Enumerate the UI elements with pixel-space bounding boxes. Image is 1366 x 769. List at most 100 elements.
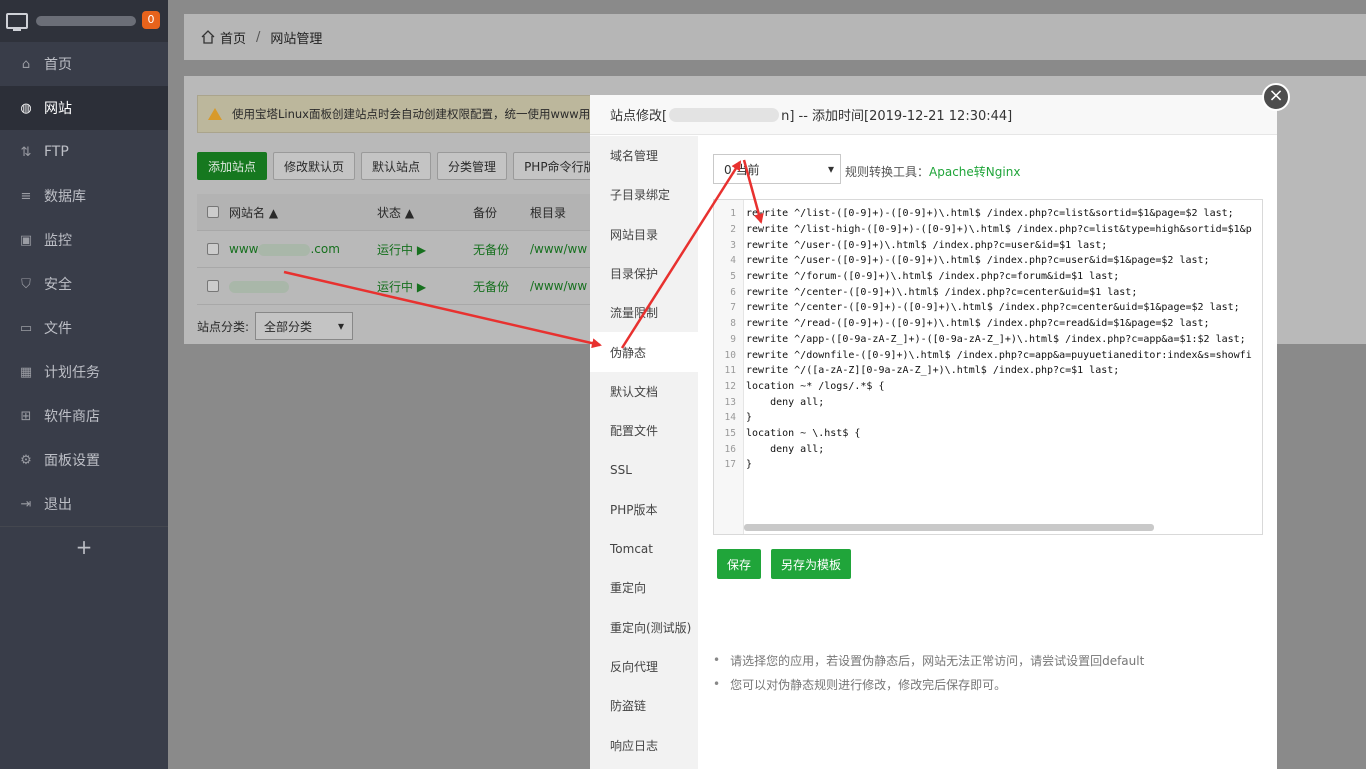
sidebar-item-6[interactable]: ▭ 文件 [0, 306, 168, 350]
site-state[interactable]: 运行中 ▶ [377, 241, 473, 258]
line-number: 10 [724, 349, 736, 361]
sidebar-item-2[interactable]: ⇅ FTP [0, 130, 168, 174]
code-text: rewrite ^/center-([0-9]+)\.html$ /index.… [746, 286, 1138, 298]
code-text: rewrite ^/list-([0-9]+)-([0-9]+)\.html$ … [746, 208, 1234, 220]
help-tips: 请选择您的应用，若设置伪静态后，网站无法正常访问，请尝试设置回default 您… [713, 648, 1144, 696]
col-state[interactable]: 状态 ▲ [377, 204, 473, 221]
code-text: } [746, 459, 753, 471]
default-site-button[interactable]: 默认站点 [361, 152, 432, 180]
sidebar-item-1[interactable]: ◍ 网站 [0, 86, 168, 130]
sidebar-item-0[interactable]: ⌂ 首页 [0, 42, 168, 86]
tab-5[interactable]: 伪静态 [590, 332, 698, 372]
modal-tab-list: 域名管理 子目录绑定 网站目录 目录保护 流量限制 伪静态 默认文档 配置文件 SSL PHP版本… [590, 136, 698, 769]
category-manage-button[interactable]: 分类管理 [437, 152, 508, 180]
tab-1[interactable]: 子目录绑定 [590, 175, 698, 214]
tab-9[interactable]: PHP版本 [590, 490, 698, 529]
col-root: 根目录 [530, 205, 567, 220]
tab-2[interactable]: 网站目录 [590, 215, 698, 254]
site-backup[interactable]: 无备份 [473, 278, 530, 295]
code-line: 13 deny all; [714, 394, 1252, 410]
sidebar-item-5[interactable]: ⛉ 安全 [0, 262, 168, 306]
code-line: 12 location ~* /logs/.*$ { [714, 379, 1252, 395]
code-text: rewrite ^/user-([0-9]+)\.html$ /index.ph… [746, 239, 1108, 251]
modal-title-suffix: n] -- 添加时间[2019-12-21 12:30:44] [781, 109, 1013, 124]
line-number: 2 [730, 224, 736, 236]
breadcrumb-separator: / [256, 29, 261, 45]
horizontal-scrollbar[interactable] [744, 524, 1154, 531]
modal-title: 站点修改[n] -- 添加时间[2019-12-21 12:30:44] [590, 95, 1277, 135]
category-select[interactable]: 全部分类 ▾ [255, 312, 354, 340]
close-modal-button[interactable]: × [1262, 83, 1290, 111]
col-site-name[interactable]: 网站名 ▲ [229, 204, 377, 221]
tab-13[interactable]: 反向代理 [590, 647, 698, 686]
row-checkbox[interactable] [207, 243, 219, 255]
sidebar-item-10[interactable]: ⇥ 退出 [0, 482, 168, 526]
save-actions: 保存 另存为模板 [717, 549, 852, 579]
line-number: 4 [730, 255, 736, 267]
sidebar-item-label: 网站 [44, 101, 72, 117]
line-number: 3 [730, 239, 736, 251]
sidebar-item-label: FTP [44, 144, 69, 160]
row-checkbox[interactable] [207, 280, 219, 292]
select-all-checkbox[interactable] [207, 206, 219, 218]
line-number: 13 [724, 396, 736, 408]
tab-7[interactable]: 配置文件 [590, 411, 698, 450]
apache-to-nginx-link[interactable]: Apache转Nginx [929, 165, 1020, 179]
home-icon: ⌂ [21, 56, 31, 72]
edit-default-page-button[interactable]: 修改默认页 [273, 152, 356, 180]
tab-8[interactable]: SSL [590, 450, 698, 489]
category-value: 全部分类 [264, 319, 313, 334]
code-line: 15 location ~ \.hst$ { [714, 426, 1252, 442]
code-line: 1 rewrite ^/list-([0-9]+)-([0-9]+)\.html$… [714, 206, 1252, 222]
sidebar-item-label: 面板设置 [44, 453, 100, 469]
sidebar-item-7[interactable]: ▦ 计划任务 [0, 350, 168, 394]
rewrite-panel: 0.当前 ▾ 规则转换工具：Apache转Nginx 1 rewrite ^/li… [698, 136, 1277, 769]
line-number: 16 [724, 443, 736, 455]
site-state[interactable]: 运行中 ▶ [377, 278, 473, 295]
save-button[interactable]: 保存 [717, 549, 762, 579]
line-number: 7 [730, 302, 736, 314]
breadcrumb-current: 网站管理 [270, 31, 323, 47]
add-menu-button[interactable]: + [0, 526, 168, 566]
tab-14[interactable]: 防盗链 [590, 686, 698, 725]
breadcrumb-home[interactable]: 首页 [220, 28, 246, 47]
sidebar-item-9[interactable]: ⚙ 面板设置 [0, 438, 168, 482]
sidebar-item-3[interactable]: ≡ 数据库 [0, 174, 168, 218]
monitor-icon: ▣ [19, 232, 33, 248]
calendar-icon: ▦ [19, 364, 33, 380]
grid-icon: ⊞ [20, 408, 32, 424]
server-name-redacted [36, 16, 136, 26]
site-root[interactable]: /www/ww [530, 242, 590, 256]
sidebar-item-8[interactable]: ⊞ 软件商店 [0, 394, 168, 438]
sidebar-item-label: 监控 [44, 233, 72, 249]
database-icon: ≡ [20, 188, 32, 204]
site-name-link[interactable] [229, 279, 377, 293]
site-root[interactable]: /www/ww [530, 279, 590, 293]
tab-11[interactable]: 重定向 [590, 568, 698, 607]
tab-10[interactable]: Tomcat [590, 529, 698, 568]
site-backup[interactable]: 无备份 [473, 241, 530, 258]
tab-4[interactable]: 流量限制 [590, 293, 698, 332]
table-header: 网站名 ▲ 状态 ▲ 备份 根目录 [197, 194, 617, 231]
code-content[interactable]: 1 rewrite ^/list-([0-9]+)-([0-9]+)\.html$… [714, 206, 1252, 473]
home-icon [201, 30, 215, 44]
sidebar-item-4[interactable]: ▣ 监控 [0, 218, 168, 262]
notification-badge[interactable]: 0 [142, 11, 160, 29]
logout-icon: ⇥ [20, 496, 32, 512]
code-line: 16 deny all; [714, 441, 1252, 457]
rewrite-code-editor[interactable]: 1 rewrite ^/list-([0-9]+)-([0-9]+)\.html$… [713, 199, 1263, 535]
save-as-template-button[interactable]: 另存为模板 [771, 549, 852, 579]
code-text: location ~* /logs/.*$ { [746, 380, 885, 392]
tab-15[interactable]: 响应日志 [590, 725, 698, 764]
code-text: deny all; [746, 396, 825, 408]
tab-3[interactable]: 目录保护 [590, 254, 698, 293]
tab-0[interactable]: 域名管理 [590, 136, 698, 175]
tab-6[interactable]: 默认文档 [590, 372, 698, 411]
tab-12[interactable]: 重定向(测试版) [590, 608, 698, 647]
notice-text: 使用宝塔Linux面板创建站点时会自动创建权限配置，统一使用www用 [232, 107, 591, 121]
line-number: 8 [730, 318, 736, 330]
add-site-button[interactable]: 添加站点 [197, 152, 268, 180]
rewrite-version-select[interactable]: 0.当前 ▾ [713, 154, 841, 184]
tip-item: 您可以对伪静态规则进行修改，修改完后保存即可。 [713, 672, 1144, 696]
site-name-link[interactable]: www .com [229, 242, 377, 256]
